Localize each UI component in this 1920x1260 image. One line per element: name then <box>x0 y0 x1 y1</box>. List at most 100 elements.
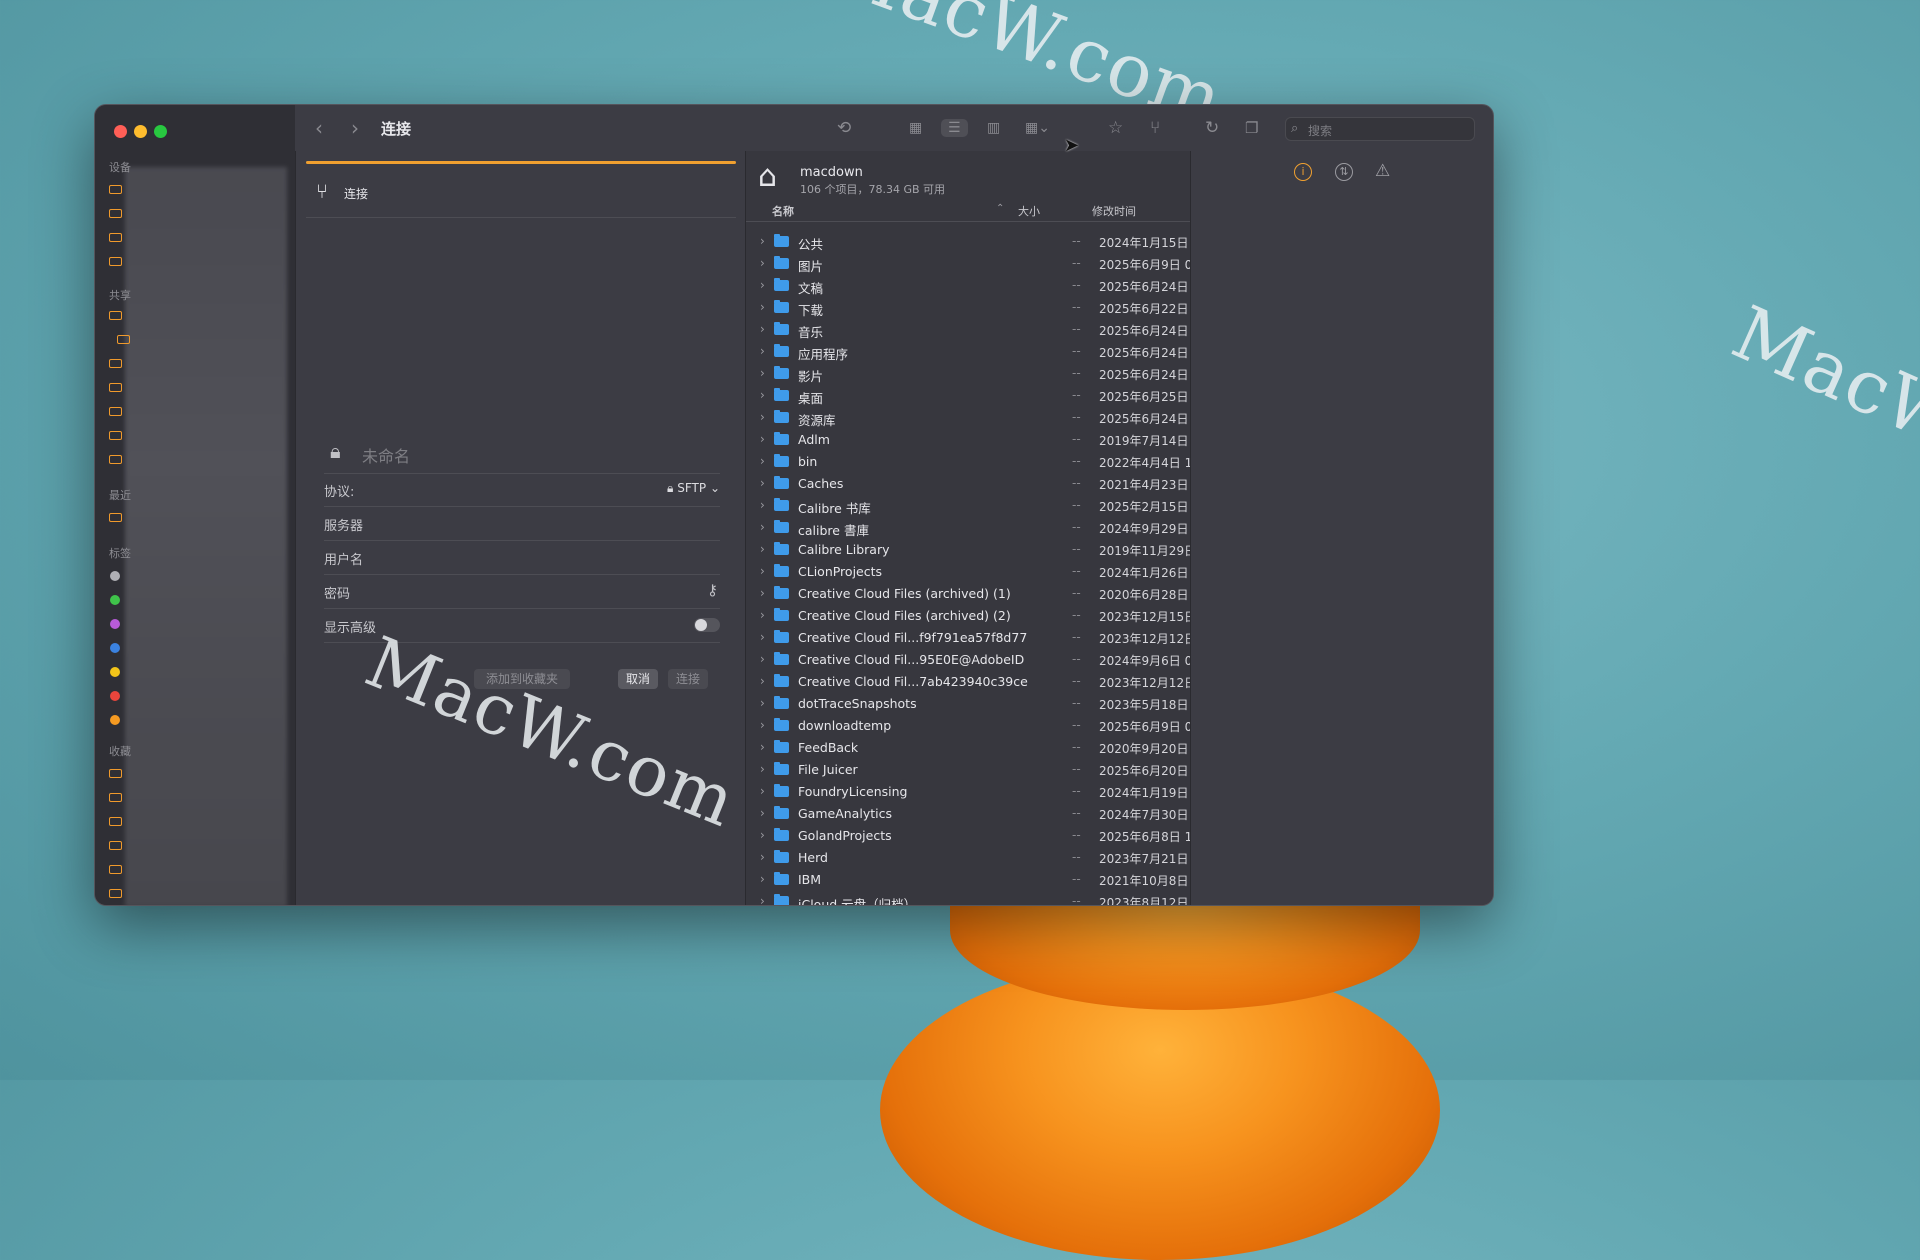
sync-icon[interactable]: ⇅ <box>1335 163 1353 181</box>
tag-color-dot[interactable] <box>110 715 120 725</box>
file-row[interactable]: › 影片 -- 2025年6月24日 <box>746 363 1191 385</box>
tag-color-dot[interactable] <box>110 571 120 581</box>
home-icon[interactable] <box>109 769 122 778</box>
disclosure-chevron-icon[interactable]: › <box>760 344 765 358</box>
apps-icon[interactable] <box>109 865 122 874</box>
column-header-size[interactable]: 大小 <box>1018 203 1040 219</box>
file-row[interactable]: › iCloud 云盘（归档） -- 2023年8月12日 <box>746 891 1191 905</box>
file-row[interactable]: › FeedBack -- 2020年9月20日 <box>746 737 1191 759</box>
file-row[interactable]: › GameAnalytics -- 2024年7月30日 <box>746 803 1191 825</box>
file-row[interactable]: › 下载 -- 2025年6月22日 <box>746 297 1191 319</box>
document-icon[interactable] <box>109 817 122 826</box>
image-icon[interactable] <box>109 889 122 898</box>
group-view-icon[interactable]: ▦⌄ <box>1025 119 1050 137</box>
file-row[interactable]: › calibre 書庫 -- 2024年9月29日 <box>746 517 1191 539</box>
disk-icon[interactable] <box>109 185 122 194</box>
disclosure-chevron-icon[interactable]: › <box>760 476 765 490</box>
disclosure-chevron-icon[interactable]: › <box>760 828 765 842</box>
disclosure-chevron-icon[interactable]: › <box>760 564 765 578</box>
tag-color-dot[interactable] <box>110 595 120 605</box>
disclosure-chevron-icon[interactable]: › <box>760 366 765 380</box>
list-view-icon[interactable]: ☰ <box>941 119 968 137</box>
disclosure-chevron-icon[interactable]: › <box>760 784 765 798</box>
copy-icon[interactable]: ❐ <box>1245 119 1258 137</box>
file-row[interactable]: › 音乐 -- 2025年6月24日 <box>746 319 1191 341</box>
disclosure-chevron-icon[interactable]: › <box>760 498 765 512</box>
disclosure-chevron-icon[interactable]: › <box>760 520 765 534</box>
disclosure-chevron-icon[interactable]: › <box>760 410 765 424</box>
file-row[interactable]: › Calibre 书库 -- 2025年2月15日 <box>746 495 1191 517</box>
file-row[interactable]: › dotTraceSnapshots -- 2023年5月18日 <box>746 693 1191 715</box>
disclosure-chevron-icon[interactable]: › <box>760 454 765 468</box>
disclosure-chevron-icon[interactable]: › <box>760 762 765 776</box>
desktop-icon[interactable] <box>109 793 122 802</box>
file-row[interactable]: › Creative Cloud Fil...7ab423940c39ce -- 20… <box>746 671 1191 693</box>
server-icon[interactable] <box>109 407 122 416</box>
server-row[interactable]: 服务器 <box>324 507 720 541</box>
disclosure-chevron-icon[interactable]: › <box>760 542 765 556</box>
minimize-button[interactable] <box>134 125 147 138</box>
file-row[interactable]: › FoundryLicensing -- 2024年1月19日 1 <box>746 781 1191 803</box>
tag-color-dot[interactable] <box>110 691 120 701</box>
server-icon[interactable] <box>109 383 122 392</box>
connect-button[interactable]: 连接 <box>668 669 708 689</box>
warning-icon[interactable]: ⚠ <box>1375 161 1390 181</box>
connect-icon[interactable]: ⑂ <box>1150 119 1160 137</box>
advanced-toggle[interactable] <box>694 618 720 632</box>
close-button[interactable] <box>114 125 127 138</box>
username-row[interactable]: 用户名 <box>324 541 720 575</box>
protocol-select[interactable]: 🔒︎ SFTP ⌄ <box>667 481 720 496</box>
disclosure-chevron-icon[interactable]: › <box>760 300 765 314</box>
file-row[interactable]: › 文稿 -- 2025年6月24日 <box>746 275 1191 297</box>
disclosure-chevron-icon[interactable]: › <box>760 586 765 600</box>
disclosure-chevron-icon[interactable]: › <box>760 806 765 820</box>
disk-icon[interactable] <box>109 209 122 218</box>
file-row[interactable]: › Herd -- 2023年7月21日 <box>746 847 1191 869</box>
file-row[interactable]: › Creative Cloud Fil...95E0E@AdobeID -- 202… <box>746 649 1191 671</box>
disk-icon[interactable] <box>109 233 122 242</box>
disk-icon[interactable] <box>109 257 122 266</box>
server-icon[interactable] <box>109 431 122 440</box>
file-row[interactable]: › GolandProjects -- 2025年6月8日 1 <box>746 825 1191 847</box>
file-row[interactable]: › 资源库 -- 2025年6月24日 <box>746 407 1191 429</box>
file-row[interactable]: › 应用程序 -- 2025年6月24日 <box>746 341 1191 363</box>
server-icon[interactable] <box>109 455 122 464</box>
info-icon[interactable]: i <box>1294 163 1312 181</box>
disclosure-chevron-icon[interactable]: › <box>760 850 765 864</box>
column-view-icon[interactable]: ▥ <box>987 119 1000 137</box>
tag-color-dot[interactable] <box>110 619 120 629</box>
server-icon[interactable] <box>109 311 122 320</box>
disclosure-chevron-icon[interactable]: › <box>760 718 765 732</box>
file-row[interactable]: › Creative Cloud Files (archived) (1) -- 20… <box>746 583 1191 605</box>
name-field[interactable]: 未命名 <box>362 443 410 467</box>
refresh-icon[interactable]: ↻ <box>1205 119 1219 137</box>
file-row[interactable]: › Creative Cloud Files (archived) (2) -- 20… <box>746 605 1191 627</box>
cancel-button[interactable]: 取消 <box>618 669 658 689</box>
disclosure-chevron-icon[interactable]: › <box>760 608 765 622</box>
tag-color-dot[interactable] <box>110 643 120 653</box>
server-icon[interactable] <box>109 359 122 368</box>
file-row[interactable]: › Creative Cloud Fil...f9f791ea57f8d77 -- 2… <box>746 627 1191 649</box>
disclosure-chevron-icon[interactable]: › <box>760 894 765 905</box>
home-icon[interactable] <box>109 513 122 522</box>
disclosure-chevron-icon[interactable]: › <box>760 322 765 336</box>
file-row[interactable]: › 桌面 -- 2025年6月25日 <box>746 385 1191 407</box>
file-row[interactable]: › Adlm -- 2019年7月14日 0 <box>746 429 1191 451</box>
disclosure-chevron-icon[interactable]: › <box>760 388 765 402</box>
server-icon[interactable] <box>117 335 130 344</box>
grid-view-icon[interactable]: ▦ <box>909 119 922 137</box>
password-row[interactable]: 密码 ⚷ <box>324 575 720 609</box>
sync-icon[interactable]: ⟲ <box>837 119 851 137</box>
download-icon[interactable] <box>109 841 122 850</box>
disclosure-chevron-icon[interactable]: › <box>760 278 765 292</box>
disclosure-chevron-icon[interactable]: › <box>760 432 765 446</box>
column-header-modified[interactable]: 修改时间 <box>1092 203 1136 219</box>
disclosure-chevron-icon[interactable]: › <box>760 872 765 886</box>
key-icon[interactable]: ⚷ <box>707 581 718 599</box>
file-row[interactable]: › File Juicer -- 2025年6月20日 <box>746 759 1191 781</box>
file-row[interactable]: › bin -- 2022年4月4日 1 <box>746 451 1191 473</box>
file-row[interactable]: › Caches -- 2021年4月23日 <box>746 473 1191 495</box>
zoom-button[interactable] <box>154 125 167 138</box>
star-icon[interactable]: ☆ <box>1108 119 1123 137</box>
back-icon[interactable]: ‹ <box>315 118 323 138</box>
